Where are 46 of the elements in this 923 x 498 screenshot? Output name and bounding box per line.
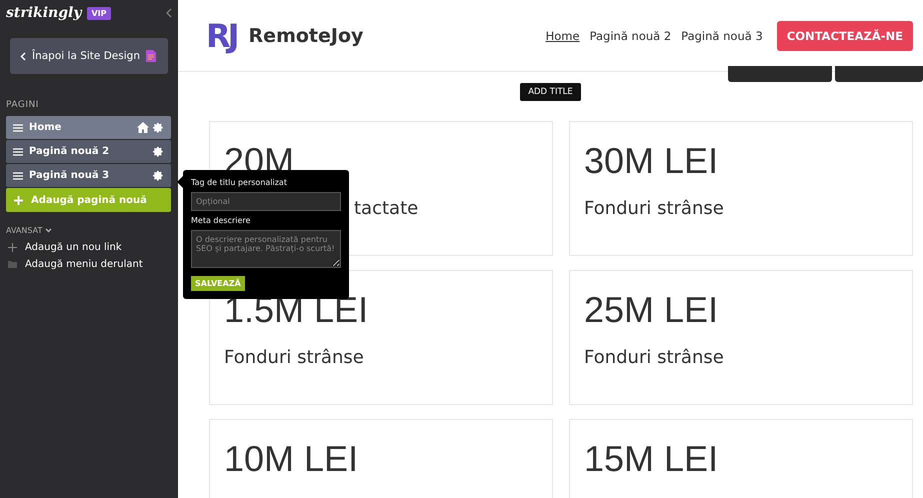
page-item[interactable]: Pagină nouă 2 <box>6 140 171 163</box>
meta-description-field[interactable]: O descriere personalizată pentru SEO și partajare. Păstrați-o scurtă! <box>191 230 341 268</box>
gear-icon[interactable] <box>153 122 164 133</box>
site-logo: RJ <box>206 16 237 54</box>
page-label: Pagină nouă 3 <box>29 170 110 181</box>
drag-handle-icon[interactable] <box>13 172 23 180</box>
brand-logo: strikingly <box>6 5 82 21</box>
page-item[interactable]: Home <box>6 116 171 139</box>
vip-badge: VIP <box>87 6 111 20</box>
stat-label: Fonduri strânse <box>584 347 724 368</box>
add-title-button[interactable]: ADD TITLE <box>520 83 581 101</box>
page-label: Pagină nouă 2 <box>29 146 110 157</box>
title-tag-field[interactable]: Opțional <box>191 192 341 211</box>
stat-value: 10M LEI <box>224 438 360 480</box>
section-title: AVANSAT <box>6 226 42 235</box>
drag-handle-icon[interactable] <box>13 124 23 132</box>
nav-link[interactable]: Pagină nouă 2 <box>590 28 672 42</box>
chevron-left-icon[interactable] <box>166 8 172 18</box>
gear-icon[interactable] <box>153 170 164 181</box>
page-item[interactable]: Pagină nouă 3 <box>6 164 171 187</box>
stat-value: 25M LEI <box>584 289 720 331</box>
chevron-left-icon <box>20 52 26 60</box>
field-label: Tag de titlu personalizat <box>191 178 288 187</box>
stat-value: 15M LEI <box>584 438 720 480</box>
nav-link[interactable]: Home <box>546 28 580 42</box>
site-name: RemoteJoy <box>248 24 364 46</box>
back-button[interactable]: Înapoi la Site Design <box>10 38 168 74</box>
plus-icon <box>8 243 17 252</box>
nav-link[interactable]: Pagină nouă 3 <box>681 28 763 42</box>
advanced-link[interactable]: Adaugă un nou link <box>25 242 122 253</box>
page-label: Home <box>29 122 62 133</box>
contact-button[interactable]: CONTACTEAZĂ-NE <box>776 20 913 50</box>
section-title: PAGINI <box>6 100 40 110</box>
document-icon <box>146 50 156 62</box>
stat-label: Fonduri strânse <box>584 198 724 219</box>
field-label: Meta descriere <box>191 216 252 225</box>
drag-handle-icon[interactable] <box>13 148 23 156</box>
advanced-link[interactable]: Adaugă meniu derulant <box>25 259 143 270</box>
folder-icon <box>8 261 17 268</box>
home-icon[interactable] <box>137 122 149 133</box>
gear-icon[interactable] <box>153 146 164 157</box>
plus-icon <box>14 196 23 204</box>
stat-value: 30M LEI <box>584 140 720 182</box>
stat-label: tactate <box>354 198 418 219</box>
stat-label: Fonduri strânse <box>224 347 364 368</box>
chevron-down-icon[interactable] <box>45 228 52 233</box>
